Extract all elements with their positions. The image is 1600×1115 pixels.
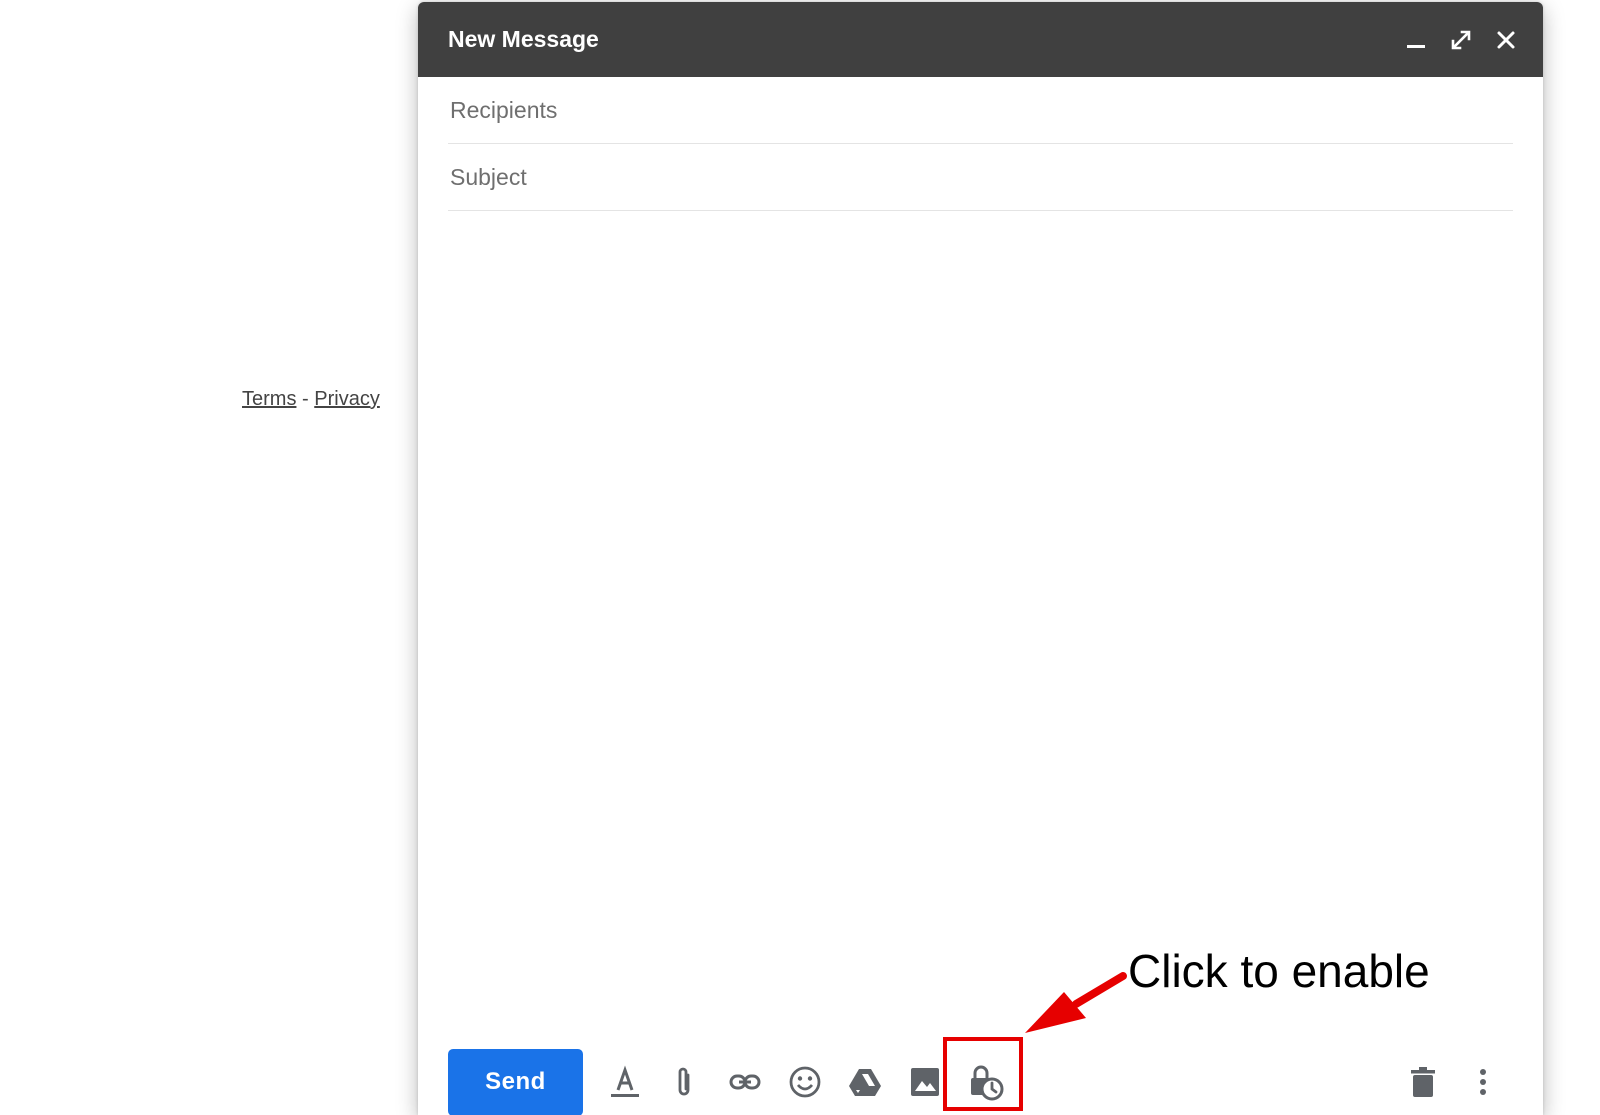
recipients-field [448, 77, 1513, 144]
formatting-icon[interactable] [595, 1052, 655, 1112]
footer-links: Terms - Privacy [242, 388, 380, 411]
annotation-text: Click to enable [1128, 945, 1430, 997]
compose-header: New Message [418, 2, 1543, 77]
privacy-link[interactable]: Privacy [314, 388, 380, 410]
subject-input[interactable] [448, 162, 1513, 192]
annotation-arrow [1025, 972, 1127, 1033]
compose-title: New Message [448, 26, 599, 52]
fullscreen-icon[interactable] [1442, 21, 1480, 59]
more-options-icon[interactable] [1453, 1052, 1513, 1112]
link-icon[interactable] [715, 1052, 775, 1112]
recipients-input[interactable] [448, 95, 1513, 125]
message-body[interactable] [448, 214, 1513, 1020]
drive-icon[interactable] [835, 1052, 895, 1112]
footer-separator: - [302, 388, 309, 410]
terms-link[interactable]: Terms [242, 388, 296, 410]
subject-field [448, 144, 1513, 211]
emoji-icon[interactable] [775, 1052, 835, 1112]
highlight-box [943, 1037, 1023, 1111]
attachment-icon[interactable] [655, 1052, 715, 1112]
close-icon[interactable] [1487, 21, 1525, 59]
minimize-icon[interactable] [1397, 21, 1435, 59]
send-button[interactable]: Send [448, 1048, 583, 1115]
trash-icon[interactable] [1393, 1052, 1453, 1112]
